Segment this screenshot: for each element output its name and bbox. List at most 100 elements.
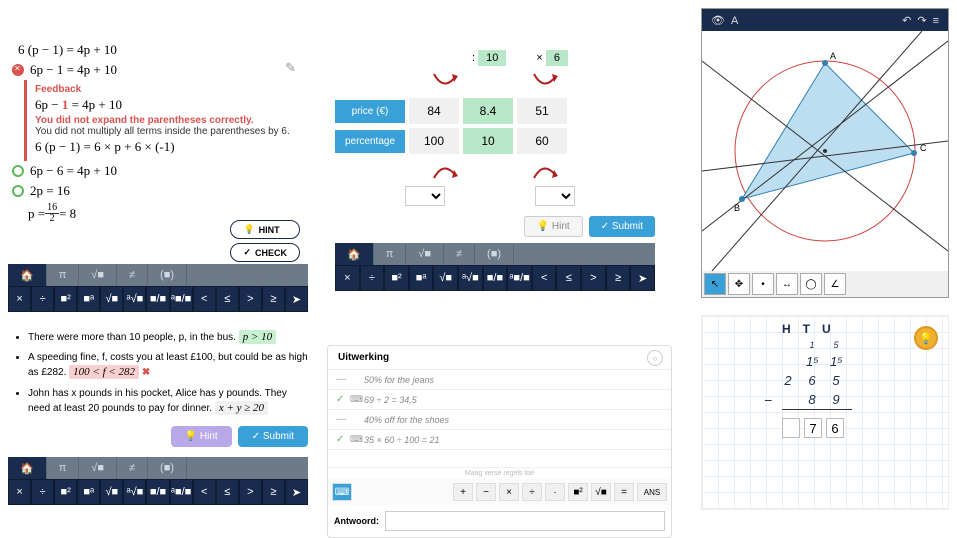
op-dropdown[interactable] [405, 186, 445, 206]
key[interactable]: ᵃ√■ [123, 479, 146, 505]
op-input[interactable] [475, 186, 505, 206]
key[interactable]: < [193, 479, 216, 505]
ans-box[interactable] [782, 418, 800, 438]
key-pow[interactable]: ■ᵃ [77, 286, 100, 312]
keypad-key[interactable]: · [545, 483, 565, 501]
keypad-key[interactable]: − [476, 483, 496, 501]
key[interactable]: ᵃ√■ [458, 265, 483, 291]
home-tab[interactable]: 🏠 [8, 264, 47, 286]
key[interactable]: < [532, 265, 557, 291]
key-lt[interactable]: < [193, 286, 216, 312]
tab-neq[interactable]: ≠ [117, 264, 148, 286]
hint-button[interactable]: 💡HINT [230, 220, 300, 239]
worksheet-row[interactable]: ✓⌨69 ÷ 2 = 34,5 [328, 390, 671, 410]
cell-hl[interactable]: 10 [463, 128, 513, 154]
key[interactable]: ■² [54, 479, 77, 505]
tab-sqrt[interactable]: √■ [79, 457, 117, 479]
key[interactable]: ■/■ [483, 265, 508, 291]
keypad-key[interactable]: = [614, 483, 634, 501]
key[interactable]: ≤ [556, 265, 581, 291]
pan-tool[interactable]: ✥ [728, 273, 750, 295]
worksheet-row[interactable]: ✓⌨35 × 60 ÷ 100 = 21 [328, 430, 671, 450]
op-dropdown[interactable] [535, 186, 575, 206]
key[interactable]: ≤ [216, 479, 239, 505]
key-frac[interactable]: ■/■ [146, 286, 169, 312]
keypad-key[interactable]: + [453, 483, 473, 501]
key[interactable]: ■ᵃ [409, 265, 434, 291]
key[interactable]: > [581, 265, 606, 291]
keypad-ans[interactable]: ANS [637, 483, 667, 501]
keypad-key[interactable]: √■ [591, 483, 611, 501]
home-tab[interactable]: 🏠 [335, 243, 374, 265]
key[interactable]: ÷ [31, 479, 54, 505]
key[interactable]: √■ [100, 479, 123, 505]
geo-canvas[interactable]: A B C [702, 31, 948, 271]
key[interactable]: ≥ [262, 479, 285, 505]
worksheet-row[interactable]: —50% for the jeans [328, 370, 671, 390]
key[interactable]: × [335, 265, 360, 291]
tab-pi[interactable]: π [374, 243, 407, 265]
hint-button[interactable]: 💡 Hint [524, 216, 583, 237]
key[interactable]: ➤ [285, 479, 308, 505]
submit-button[interactable]: ✓ Submit [238, 426, 308, 447]
cell-hl[interactable]: 8.4 [463, 98, 513, 124]
op-input[interactable] [605, 186, 635, 206]
ans-box[interactable]: 7 [804, 418, 822, 438]
keypad-mode[interactable]: ⌨ [332, 483, 352, 501]
move-tool[interactable]: ↖ [704, 273, 726, 295]
key[interactable]: √■ [433, 265, 458, 291]
angle-tool[interactable]: ∠ [824, 273, 846, 295]
op-val[interactable]: 10 [478, 50, 506, 66]
key-times[interactable]: × [8, 286, 31, 312]
text-icon[interactable]: A [731, 15, 738, 27]
chip-correct[interactable]: p > 10 [239, 330, 276, 344]
tab-paren[interactable]: (■) [475, 243, 514, 265]
tab-paren[interactable]: (■) [148, 457, 187, 479]
keypad-key[interactable]: ■² [568, 483, 588, 501]
tab-sqrt[interactable]: √■ [79, 264, 117, 286]
worksheet-row[interactable]: —40% off for the shoes [328, 410, 671, 430]
check-button[interactable]: ✓CHECK [230, 243, 300, 262]
circle-tool[interactable]: ◯ [800, 273, 822, 295]
key[interactable]: > [239, 479, 262, 505]
key-nroot[interactable]: ᵃ√■ [123, 286, 146, 312]
key-le[interactable]: ≤ [216, 286, 239, 312]
key-ge[interactable]: ≥ [262, 286, 285, 312]
key[interactable]: ᵃ■/■ [170, 479, 193, 505]
key-mfrac[interactable]: ᵃ■/■ [170, 286, 193, 312]
eye-icon[interactable]: 👁 [711, 15, 725, 27]
circle-button[interactable]: ○ [647, 350, 663, 366]
tab-pi[interactable]: π [47, 264, 80, 286]
menu-icon[interactable]: ≡ [933, 15, 939, 27]
key-gt[interactable]: > [239, 286, 262, 312]
op-val[interactable]: 6 [546, 50, 568, 66]
chip-plain[interactable]: x + y ≥ 20 [215, 401, 268, 415]
submit-button[interactable]: ✓ Submit [589, 216, 655, 237]
hint-bulb[interactable]: 💡 [914, 326, 938, 350]
key[interactable]: ■ᵃ [77, 479, 100, 505]
point-tool[interactable]: • [752, 273, 774, 295]
keypad-key[interactable]: ÷ [522, 483, 542, 501]
key[interactable]: ≥ [606, 265, 631, 291]
key[interactable]: ■/■ [146, 479, 169, 505]
worksheet-row-empty[interactable] [328, 450, 671, 468]
tab-pi[interactable]: π [47, 457, 80, 479]
tab-sqrt[interactable]: √■ [406, 243, 444, 265]
segment-tool[interactable]: ↔ [776, 273, 798, 295]
tab-neq[interactable]: ≠ [117, 457, 148, 479]
edit-icon[interactable]: ✎ [285, 60, 296, 76]
key-sq[interactable]: ■² [54, 286, 77, 312]
key[interactable]: ■² [384, 265, 409, 291]
key[interactable]: ÷ [360, 265, 385, 291]
answer-input[interactable] [385, 511, 665, 531]
key[interactable]: ᵃ■/■ [507, 265, 532, 291]
key[interactable]: ➤ [630, 265, 655, 291]
key-go[interactable]: ➤ [285, 286, 308, 312]
chip-wrong[interactable]: 100 < f < 282 [69, 365, 139, 379]
key-sqrt[interactable]: √■ [100, 286, 123, 312]
tab-neq[interactable]: ≠ [444, 243, 475, 265]
hint-button[interactable]: 💡 Hint [171, 426, 232, 447]
ans-box[interactable]: 6 [826, 418, 844, 438]
key[interactable]: × [8, 479, 31, 505]
home-tab[interactable]: 🏠 [8, 457, 47, 479]
